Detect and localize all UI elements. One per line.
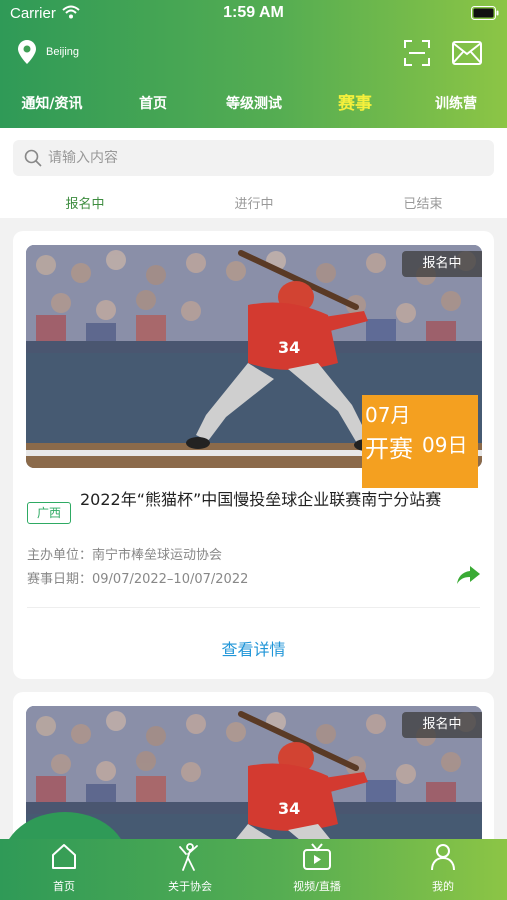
bottom-nav-video-label: 视频/直播 — [293, 880, 341, 893]
tab-finished[interactable]: 已结束 — [403, 193, 442, 212]
location-label: Beijing — [46, 46, 80, 58]
tab-level-test[interactable]: 等级测试 — [226, 88, 282, 120]
start-day: 09日 — [422, 433, 468, 457]
batter-icon — [179, 843, 198, 871]
clock: 1:59 AM — [223, 4, 284, 21]
region-badge: 广西 — [27, 502, 71, 524]
start-month: 07月 — [365, 403, 411, 427]
bottom-nav-home[interactable]: 首页 — [24, 842, 104, 894]
tab-registering[interactable]: 报名中 — [65, 193, 104, 212]
mail-icon[interactable] — [452, 41, 482, 65]
bottom-nav-profile-label: 我的 — [432, 880, 454, 893]
tab-news[interactable]: 通知/资讯 — [21, 88, 82, 120]
tab-home[interactable]: 首页 — [139, 88, 167, 120]
app-header: Carrier 1:59 AM Beijing 通知/资讯 首页 等级测试 赛事… — [0, 0, 507, 128]
card-divider — [27, 607, 480, 608]
event-dates-text: 赛事日期：09/07/2022–10/07/2022 — [27, 572, 249, 587]
tab-events[interactable]: 赛事 — [338, 88, 372, 120]
user-icon — [431, 844, 455, 871]
tv-icon — [303, 843, 331, 870]
search-bar[interactable] — [13, 140, 494, 176]
battery-icon — [471, 6, 499, 20]
view-details-link[interactable]: 查看详情 — [13, 636, 494, 660]
bottom-nav-about[interactable]: 关于协会 — [150, 842, 230, 894]
search-input[interactable] — [48, 150, 494, 166]
start-date-badge: 07月 开赛 09日 — [362, 395, 478, 488]
event-title: 2022年“熊猫杯”中国慢投垒球企业联赛南宁分站赛 — [80, 490, 442, 509]
start-label: 开赛 — [365, 435, 413, 463]
home-icon — [52, 844, 76, 869]
location-selector[interactable]: Beijing — [18, 38, 79, 66]
tab-in-progress[interactable]: 进行中 — [234, 193, 273, 212]
tab-training-camp[interactable]: 训练营 — [435, 88, 477, 120]
event-card[interactable]: 报名中 07月 开赛 09日 广西 2022年“熊猫杯”中国慢投垒球企业联赛南宁… — [13, 231, 494, 679]
bottom-nav-about-label: 关于协会 — [168, 880, 212, 893]
search-section — [0, 128, 507, 186]
scan-icon[interactable] — [404, 40, 430, 66]
location-pin-icon — [18, 40, 36, 64]
organizer-text: 主办单位：南宁市棒垒球运动协会 — [27, 548, 223, 563]
share-icon[interactable] — [455, 564, 481, 586]
status-badge: 报名中 — [402, 712, 482, 738]
event-status-tabs: 报名中 进行中 已结束 — [0, 186, 507, 218]
bottom-nav-profile[interactable]: 我的 — [403, 842, 483, 894]
search-icon — [24, 149, 42, 167]
bottom-nav-home-label: 首页 — [53, 880, 75, 893]
top-nav-tabs: 通知/资讯 首页 等级测试 赛事 训练营 — [0, 88, 507, 120]
status-bar: Carrier 1:59 AM — [0, 0, 507, 28]
status-badge: 报名中 — [402, 251, 482, 277]
bottom-nav-video[interactable]: 视频/直播 — [277, 842, 357, 894]
